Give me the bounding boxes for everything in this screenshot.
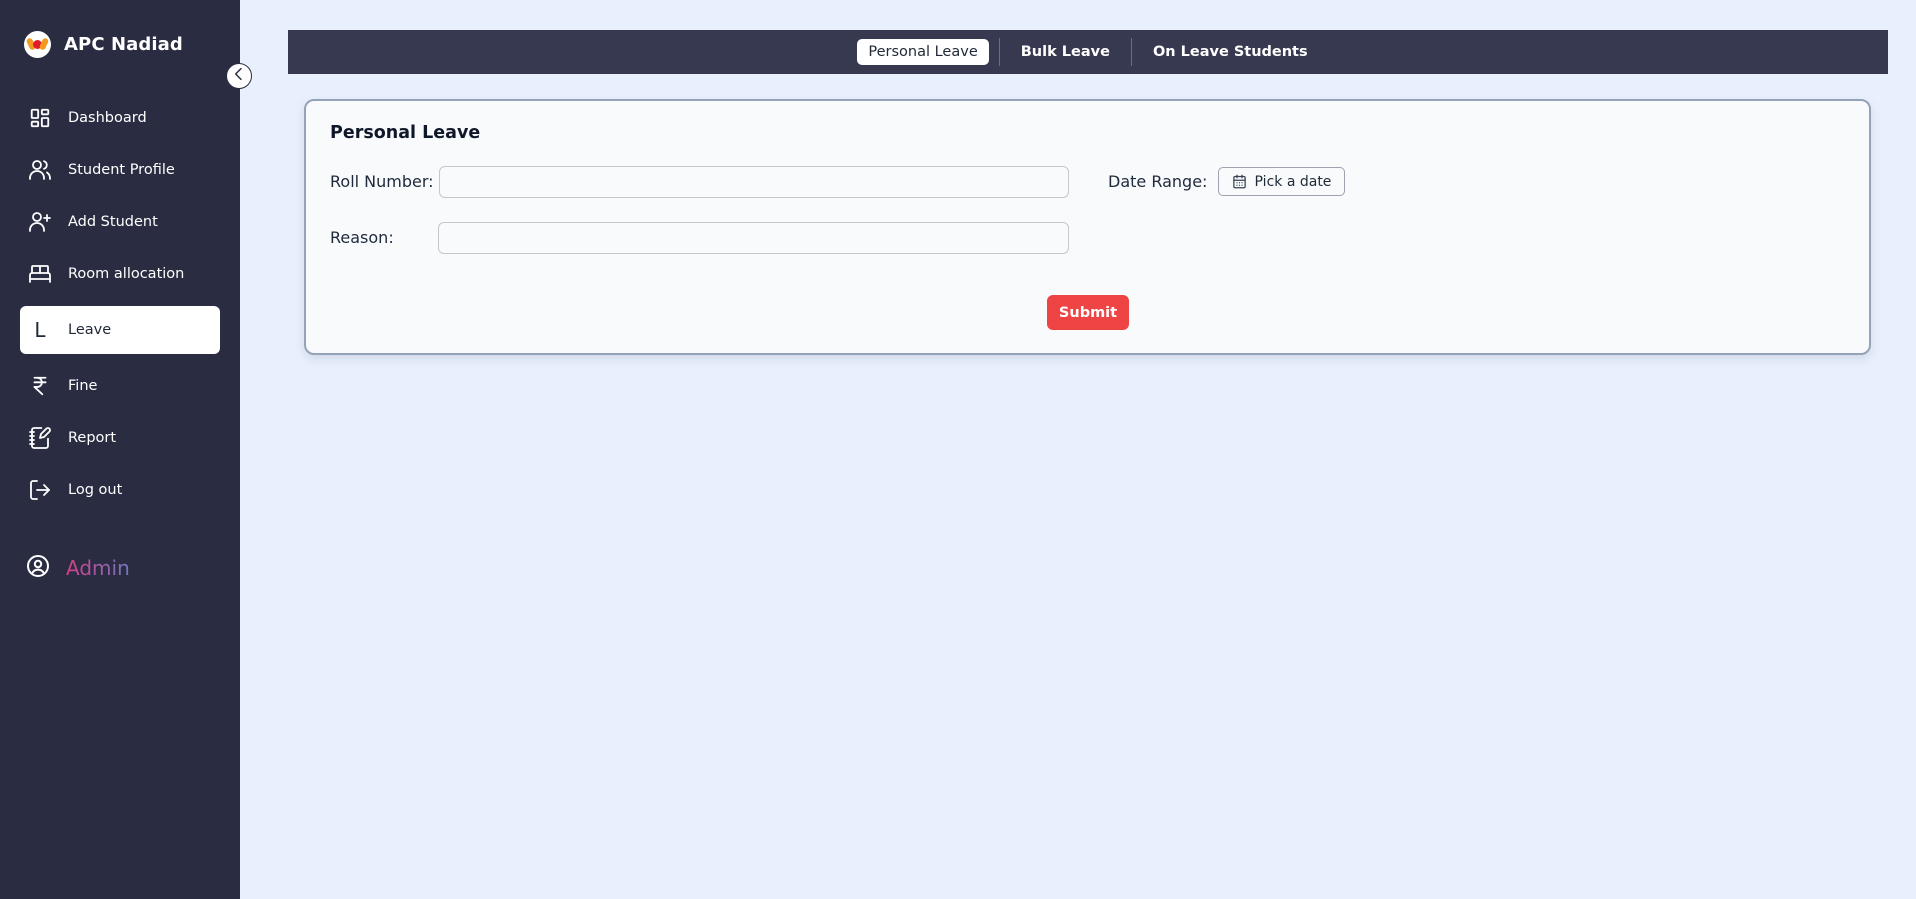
calendar-icon	[1232, 174, 1247, 189]
roll-number-input[interactable]	[439, 166, 1069, 198]
sidebar-item-fine[interactable]: Fine	[20, 362, 220, 410]
sidebar-item-label: Log out	[68, 482, 123, 498]
tab-bulk-leave[interactable]: Bulk Leave	[1010, 39, 1121, 65]
reason-label: Reason:	[330, 228, 394, 247]
brand-name: APC Nadiad	[64, 33, 183, 55]
card-title: Personal Leave	[330, 123, 481, 143]
sidebar-item-label: Student Profile	[68, 162, 175, 178]
sidebar-collapse-button[interactable]	[226, 63, 252, 89]
admin-label: Admin	[66, 556, 130, 580]
submit-button[interactable]: Submit	[1047, 295, 1129, 330]
sidebar-item-room-allocation[interactable]: Room allocation	[20, 250, 220, 298]
personal-leave-card: Personal Leave Roll Number: Reason: Date…	[304, 99, 1871, 355]
sidebar-item-label: Add Student	[68, 214, 158, 230]
sidebar-item-dashboard[interactable]: Dashboard	[20, 94, 220, 142]
date-range-label: Date Range:	[1108, 172, 1208, 191]
sidebar-item-label: Fine	[68, 378, 98, 394]
pick-date-label: Pick a date	[1254, 173, 1332, 190]
sidebar-item-add-student[interactable]: Add Student	[20, 198, 220, 246]
sidebar-item-label: Leave	[68, 322, 112, 338]
notebook-pen-icon	[26, 424, 54, 452]
brand[interactable]: APC Nadiad	[24, 30, 183, 58]
users-icon	[26, 156, 54, 184]
tab-divider	[1130, 38, 1132, 66]
rupee-icon	[26, 372, 54, 400]
roll-number-label: Roll Number:	[330, 172, 434, 191]
pick-date-button[interactable]: Pick a date	[1218, 167, 1345, 196]
sidebar-item-label: Room allocation	[68, 266, 185, 282]
reason-input[interactable]	[438, 222, 1069, 254]
sidebar-item-report[interactable]: Report	[20, 414, 220, 462]
tab-personal-leave[interactable]: Personal Leave	[857, 39, 989, 65]
sidebar-item-log-out[interactable]: Log out	[20, 466, 220, 514]
dashboard-grid-icon	[26, 104, 54, 132]
sidebar-item-label: Report	[68, 430, 117, 446]
bed-icon	[26, 260, 54, 288]
sidebar-item-leave[interactable]: L Leave	[20, 306, 220, 354]
leave-tabs-bar: Personal Leave Bulk Leave On Leave Stude…	[288, 30, 1888, 74]
user-circle-icon	[26, 554, 50, 582]
letter-l-icon: L	[34, 318, 46, 342]
sidebar-item-student-profile[interactable]: Student Profile	[20, 146, 220, 194]
chevron-left-icon	[231, 66, 247, 86]
tab-on-leave-students[interactable]: On Leave Students	[1142, 39, 1319, 65]
apc-logo-icon	[24, 30, 51, 58]
user-plus-icon	[26, 208, 54, 236]
sidebar: APC Nadiad Dashboard Student Profile Add…	[0, 0, 240, 899]
admin-user[interactable]: Admin	[26, 554, 130, 582]
logout-icon	[26, 476, 54, 504]
sidebar-item-label: Dashboard	[68, 110, 147, 126]
tab-divider	[998, 38, 1000, 66]
